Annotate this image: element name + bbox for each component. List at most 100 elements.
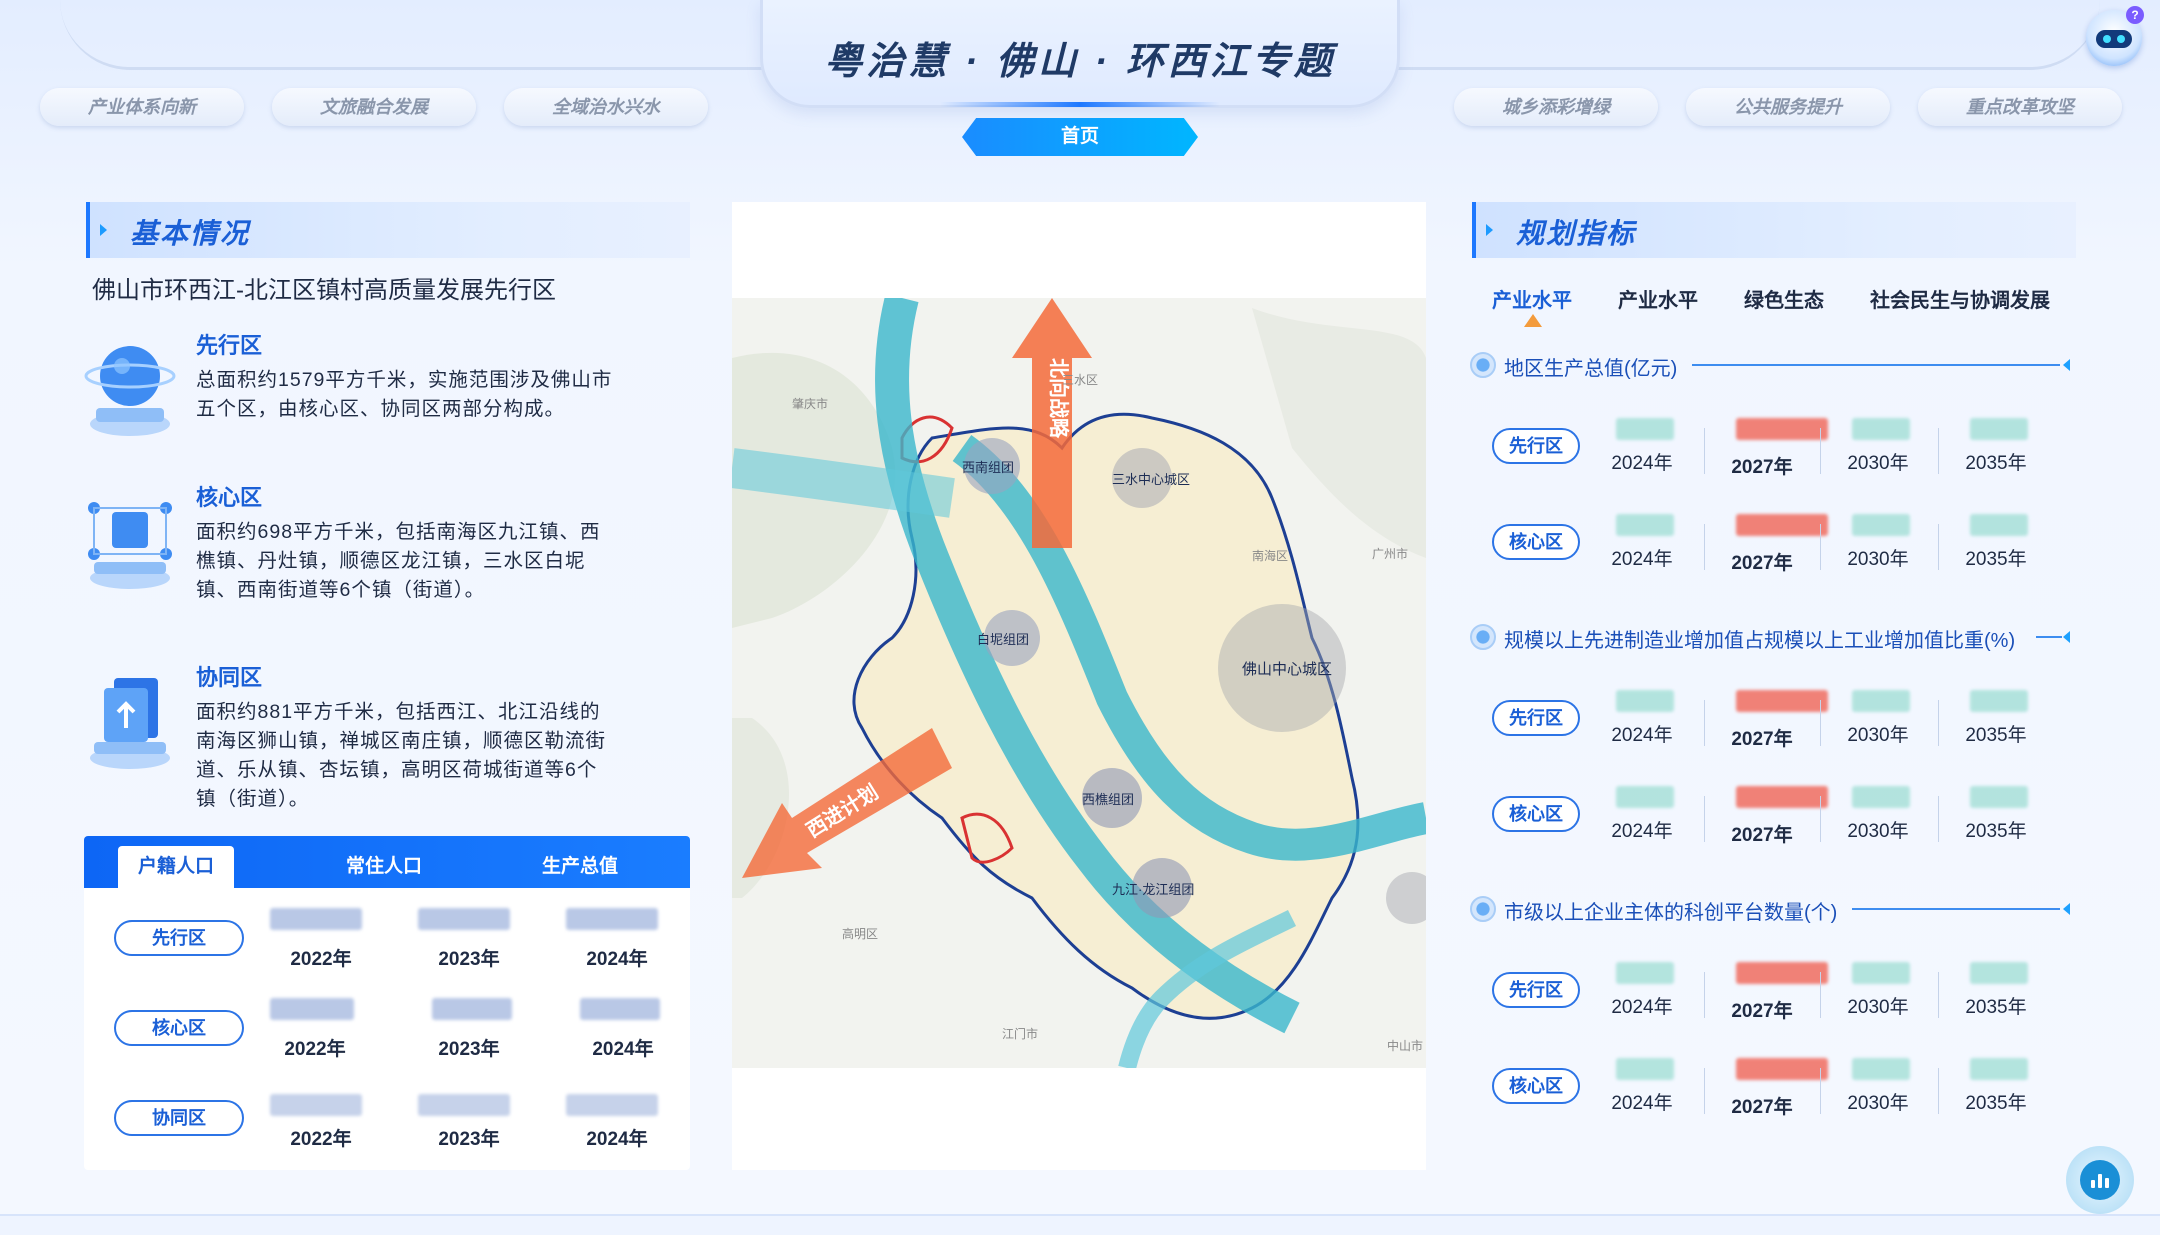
year-label: 2024年 — [1611, 549, 1673, 570]
population-tabs: 户籍人口 常住人口 生产总值 — [84, 836, 690, 888]
zone-synergy-name: 协同区 — [196, 665, 263, 690]
zone-pilot-name: 先行区 — [196, 333, 263, 358]
nav-tab-urban-rural[interactable]: 城乡添彩增绿 — [1454, 88, 1658, 126]
caret-left-icon — [2063, 903, 2070, 915]
metric-divider — [1692, 364, 2060, 366]
nav-tab-industry[interactable]: 产业体系向新 — [40, 88, 244, 126]
globe-icon — [84, 346, 176, 436]
column-divider — [1820, 428, 1821, 474]
metric-row-label[interactable]: 核心区 — [1492, 796, 1580, 832]
metric-header: 地区生产总值(亿元) — [1470, 350, 2070, 380]
year-label: 2022年 — [290, 949, 352, 970]
row-label-synergy[interactable]: 协同区 — [114, 1100, 244, 1136]
zone-core-name: 核心区 — [196, 485, 263, 510]
zone-core: 核心区 面积约698平方千米，包括南海区九江镇、西樵镇、丹灶镇，顺德区龙江镇，三… — [80, 480, 620, 640]
subtab-industry[interactable]: 产业水平 — [1618, 284, 1698, 313]
metric-row-label[interactable]: 先行区 — [1492, 700, 1580, 736]
subtab-industry-active[interactable]: 产业水平 — [1492, 284, 1572, 313]
value-blurred — [1736, 514, 1828, 536]
value-blurred — [1616, 786, 1674, 808]
year-label: 2035年 — [1965, 453, 2027, 474]
home-button[interactable]: 首页 — [962, 118, 1198, 156]
assistant-bot-icon[interactable]: ? — [2086, 6, 2144, 66]
tab-resident-pop[interactable]: 常住人口 — [284, 846, 484, 888]
left-panel-title: 基本情况 — [130, 218, 251, 249]
page-title: 粤治慧 · 佛山 · 环西江专题 — [824, 41, 1336, 83]
value-blurred — [1852, 962, 1910, 984]
year-label: 2024年 — [1611, 1093, 1673, 1114]
bullet-dot-icon — [1470, 896, 1496, 922]
cluster-label: 白坭组团 — [977, 632, 1029, 647]
value-blurred — [1970, 418, 2028, 440]
year-label: 2024年 — [1611, 453, 1673, 474]
value-blurred — [580, 998, 660, 1020]
column-divider — [1704, 428, 1705, 474]
value-blurred — [1616, 690, 1674, 712]
column-divider — [1938, 428, 1939, 474]
arrow-label-north: 北向战略 — [1047, 358, 1071, 439]
nav-tab-reform[interactable]: 重点改革攻坚 — [1918, 88, 2122, 126]
year-label: 2030年 — [1847, 453, 1909, 474]
value-blurred — [566, 908, 658, 930]
value-blurred — [1970, 690, 2028, 712]
metric-row-label[interactable]: 核心区 — [1492, 524, 1580, 560]
value-blurred — [1852, 1058, 1910, 1080]
map-card[interactable]: 北向战略 西进计划 西南组团 白坭组团 西樵组团 九江·龙江组团 佛山中心城区 … — [732, 202, 1426, 1170]
tab-gdp[interactable]: 生产总值 — [480, 846, 680, 888]
year-label: 2030年 — [1847, 997, 1909, 1018]
year-label: 2023年 — [438, 1129, 500, 1150]
row-label-pilot[interactable]: 先行区 — [114, 920, 244, 956]
place-label: 江门市 — [1002, 1026, 1038, 1041]
year-label: 2023年 — [438, 1039, 500, 1060]
metric-row-label[interactable]: 先行区 — [1492, 428, 1580, 464]
year-label: 2027年 — [1731, 1097, 1793, 1118]
column-divider — [1704, 1068, 1705, 1114]
value-blurred — [432, 998, 512, 1020]
subtab-green[interactable]: 绿色生态 — [1744, 284, 1824, 313]
metric-label: 市级以上企业主体的科创平台数量(个) — [1504, 902, 1838, 924]
row-label-core[interactable]: 核心区 — [114, 1010, 244, 1046]
place-label: 肇庆市 — [792, 396, 828, 411]
subtab-livelihood[interactable]: 社会民生与协调发展 — [1870, 284, 2050, 313]
value-blurred — [1852, 418, 1910, 440]
left-panel-header: 基本情况 — [86, 202, 690, 258]
value-blurred — [1616, 962, 1674, 984]
cluster-label: 西南组团 — [962, 460, 1014, 475]
nav-tab-public-service[interactable]: 公共服务提升 — [1686, 88, 1890, 126]
value-blurred — [1852, 690, 1910, 712]
document-upload-icon — [90, 678, 170, 769]
value-blurred — [1970, 786, 2028, 808]
column-divider — [1938, 972, 1939, 1018]
value-blurred — [1970, 514, 2028, 536]
nav-tab-culture-tourism[interactable]: 文旅融合发展 — [272, 88, 476, 126]
column-divider — [1704, 524, 1705, 570]
value-blurred — [1970, 962, 2028, 984]
value-blurred — [418, 908, 510, 930]
column-divider — [1938, 1068, 1939, 1114]
year-label: 2024年 — [586, 1129, 648, 1150]
caret-left-icon — [2063, 359, 2070, 371]
value-blurred — [270, 1094, 362, 1116]
place-label: 南海区 — [1252, 548, 1288, 563]
chart-assistant-button[interactable] — [2066, 1146, 2134, 1214]
cube-network-icon — [88, 502, 172, 589]
zone-pilot: 先行区 总面积约1579平方千米，实施范围涉及佛山市五个区，由核心区、协同区两部… — [80, 328, 620, 458]
metric-divider — [2036, 636, 2062, 638]
column-divider — [1704, 700, 1705, 746]
column-divider — [1938, 524, 1939, 570]
place-label: 三水区 — [1062, 373, 1098, 387]
column-divider — [1820, 700, 1821, 746]
value-blurred — [1616, 514, 1674, 536]
value-blurred — [1736, 418, 1828, 440]
year-label: 2027年 — [1731, 825, 1793, 846]
value-blurred — [1852, 514, 1910, 536]
region-map[interactable]: 北向战略 西进计划 西南组团 白坭组团 西樵组团 九江·龙江组团 佛山中心城区 … — [732, 298, 1426, 1068]
metric-row-label[interactable]: 先行区 — [1492, 972, 1580, 1008]
year-label: 2024年 — [592, 1039, 654, 1060]
column-divider — [1820, 1068, 1821, 1114]
metric-row-label[interactable]: 核心区 — [1492, 1068, 1580, 1104]
cluster-label: 九江·龙江组团 — [1112, 882, 1194, 897]
year-label: 2035年 — [1965, 1093, 2027, 1114]
tab-registered-pop[interactable]: 户籍人口 — [118, 846, 234, 888]
nav-tab-water[interactable]: 全域治水兴水 — [504, 88, 708, 126]
